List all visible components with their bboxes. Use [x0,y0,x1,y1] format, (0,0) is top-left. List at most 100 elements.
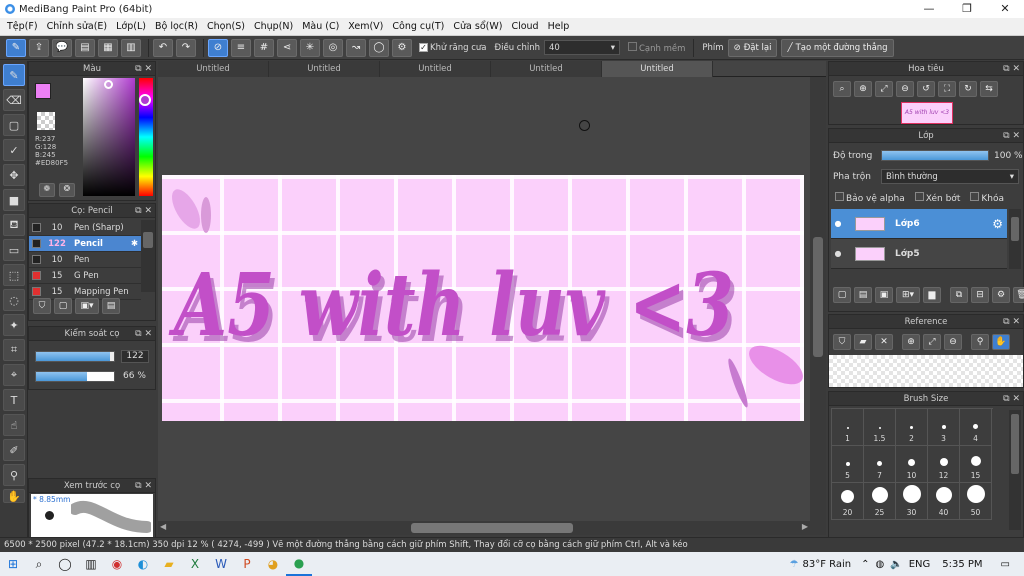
clock[interactable]: 5:35 PM [942,559,982,570]
powerpoint-icon[interactable]: P [234,552,260,576]
menu-item-4[interactable]: Chọn(S) [207,21,245,32]
search-icon[interactable]: ⌕ [26,552,52,576]
brush-size-cell[interactable]: 3 [928,409,960,446]
scroll-right-icon[interactable]: ▶ [802,522,808,531]
notification-icon[interactable]: ▭ [1001,559,1010,570]
brush-size-cell[interactable]: 50 [960,483,992,520]
reset-button[interactable]: ⊘ Đặt lại [727,38,778,57]
rotate-left-icon[interactable]: ↺ [917,81,935,97]
reference-hand-icon[interactable]: ✋ [992,334,1010,350]
reference-image-area[interactable] [829,355,1023,387]
menu-item-3[interactable]: Bộ lọc(R) [155,21,198,32]
brush-item[interactable]: 10 Pen [29,252,141,268]
reference-zoom-out-icon[interactable]: ⊖ [944,334,962,350]
reference-fit-icon[interactable]: ⤢ [923,334,941,350]
snap-off-icon[interactable]: ⊘ [208,38,228,57]
brush-size-cell[interactable]: 30 [896,483,928,520]
export-icon[interactable]: ⇪ [29,38,49,57]
edge-browser-icon[interactable]: ◐ [130,552,156,576]
brush-add-icon[interactable]: ⛉ [33,298,51,314]
file-explorer-icon[interactable]: ▰ [156,552,182,576]
brush-size-cell[interactable]: 10 [896,446,928,483]
close-button[interactable]: ✕ [986,0,1024,18]
brush-size-cell[interactable]: 1.5 [864,409,896,446]
zoom-out-icon[interactable]: ⊖ [896,81,914,97]
delete-layer-icon[interactable]: 🗑 [1013,287,1024,303]
protect-alpha-checkbox[interactable] [835,192,844,201]
divide-tool-icon[interactable]: ✐ [3,439,25,461]
layer-visibility-icon[interactable]: ● [831,249,845,258]
panel-icon[interactable]: ▦ [98,38,118,57]
windows-start-icon[interactable]: ⊞ [0,552,26,576]
brush-item[interactable]: 122 Pencil ✱ [29,236,141,252]
menu-item-9[interactable]: Cửa sổ(W) [453,21,502,32]
brush-size-cell[interactable]: 4 [960,409,992,446]
brush-tool-icon[interactable]: ✎ [3,64,25,86]
layer-settings-gear-icon[interactable]: ⚙ [992,217,1003,231]
brush-mode-icon[interactable]: ✎ [6,38,26,57]
brush-size-cell[interactable]: 15 [960,446,992,483]
rotate-right-icon[interactable]: ↻ [959,81,977,97]
scroll-left-icon[interactable]: ◀ [160,522,166,531]
panel-close-icon[interactable]: ⧉ ✕ [135,62,152,76]
reference-zoom-in-icon[interactable]: ⊕ [902,334,920,350]
parallel-snap-icon[interactable]: ≡ [231,38,251,57]
layer-row[interactable]: ● Lớp6 ⚙ [831,209,1007,239]
new-layer-icon[interactable]: ▢ [833,287,851,303]
layer-row[interactable]: ● Lớp5 [831,239,1007,269]
new-brush-icon[interactable]: ▢ [54,298,72,314]
magic-wand-tool-icon[interactable]: ✦ [3,314,25,336]
brush-size-cell[interactable]: 12 [928,446,960,483]
word-icon[interactable]: W [208,552,234,576]
vertical-scroll-thumb[interactable] [813,237,823,357]
brush-size-slider[interactable] [35,351,115,362]
dot-tool-icon[interactable]: ✓ [3,139,25,161]
excel-icon[interactable]: X [182,552,208,576]
brush-opacity-slider[interactable] [35,371,115,382]
menu-item-7[interactable]: Xem(V) [348,21,383,32]
select-eraser-tool-icon[interactable]: ⌖ [3,364,25,386]
tab-untitled-4[interactable]: Untitled [602,61,713,77]
menu-item-8[interactable]: Công cụ(T) [392,21,444,32]
horizontal-scroll-thumb[interactable] [411,523,573,533]
brush-item[interactable]: 15 G Pen [29,268,141,284]
tab-untitled-3[interactable]: Untitled [491,61,602,77]
layout-icon[interactable]: ▥ [121,38,141,57]
brush-size-cell[interactable]: 7 [864,446,896,483]
operation-tool-icon[interactable]: ☝ [3,414,25,436]
eraser-tool-icon[interactable]: ⌫ [3,89,25,111]
brush-size-cell[interactable]: 1 [832,409,864,446]
color-wheel-icon[interactable]: ❂ [59,183,75,197]
flip-icon[interactable]: ⇆ [980,81,998,97]
tab-untitled-0[interactable]: Untitled [158,61,269,77]
rectangle-tool-icon[interactable]: ▢ [3,114,25,136]
new-halftone-layer-icon[interactable]: ▤ [854,287,872,303]
actual-size-icon[interactable]: ⤢ [875,81,893,97]
brush-size-value[interactable]: 122 [121,350,149,363]
frame-icon[interactable]: ▤ [75,38,95,57]
panel-close-icon[interactable]: ⧉ ✕ [135,327,152,341]
saturation-value-picker[interactable] [83,78,135,196]
open-folder-icon[interactable]: ▰ [854,334,872,350]
reference-eyedropper-icon[interactable]: ⚲ [971,334,989,350]
layer-list-scrollbar[interactable] [1009,209,1021,269]
network-icon[interactable]: ◍ [876,559,885,570]
menu-item-11[interactable]: Help [548,21,570,32]
hue-slider-handle[interactable] [139,94,151,106]
antialias-checkbox[interactable]: ✓ [419,42,428,52]
task-view-icon[interactable]: ◯ [52,552,78,576]
brush-size-scrollbar[interactable] [1009,410,1021,530]
zoom-in-icon[interactable]: ⊕ [854,81,872,97]
speech-bubble-icon[interactable]: 💬 [52,38,72,57]
layer-opacity-slider[interactable] [881,150,989,161]
adjust-dropdown[interactable]: 40 ▾ [543,40,620,55]
zoom-fit-icon[interactable]: ⌕ [833,81,851,97]
brush-size-cell[interactable]: 20 [832,483,864,520]
layer-add-menu-icon[interactable]: ⊞▾ [896,287,920,303]
text-tool-icon[interactable]: T [3,389,25,411]
lasso-tool-icon[interactable]: ◌ [3,289,25,311]
minimize-button[interactable]: — [910,0,948,18]
chrome-icon[interactable]: ◕ [260,552,286,576]
fill-shape-tool-icon[interactable]: ■ [3,189,25,211]
vertical-scrollbar[interactable] [810,77,826,521]
